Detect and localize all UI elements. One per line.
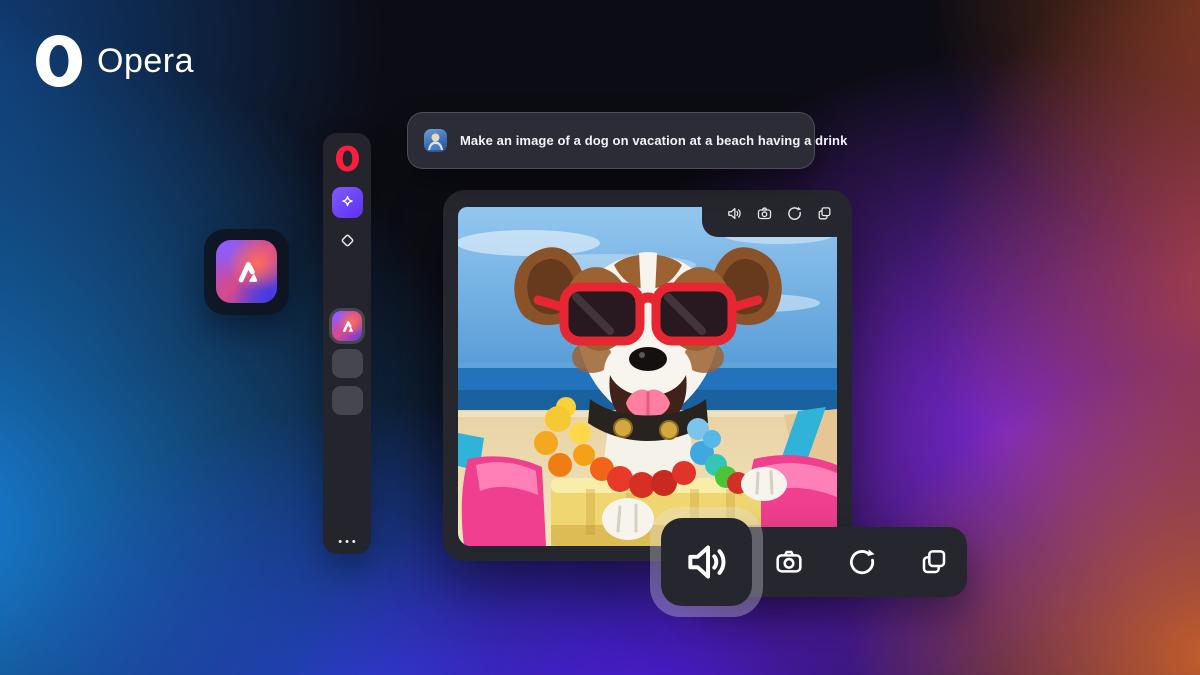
copy-button[interactable] — [918, 546, 950, 578]
regenerate-icon[interactable] — [786, 205, 803, 222]
opera-brand: Opera — [34, 34, 194, 88]
speaker-button-highlight — [650, 507, 763, 617]
speaker-icon[interactable] — [726, 205, 743, 222]
aria-app-icon[interactable] — [204, 229, 289, 315]
diamond-icon[interactable] — [340, 233, 355, 248]
sparkle-icon — [339, 194, 356, 211]
sidebar-tab-placeholder[interactable] — [332, 386, 363, 415]
prompt-message: Make an image of a dog on vacation at a … — [407, 112, 815, 169]
sidebar-tab-placeholder[interactable] — [332, 349, 363, 378]
speaker-button[interactable] — [661, 518, 752, 606]
aria-logo-icon — [339, 318, 356, 335]
image-toolbar — [702, 190, 852, 237]
aria-logo — [216, 240, 277, 303]
aria-sparkle-button[interactable] — [332, 187, 363, 218]
opera-wordmark: Opera — [97, 42, 194, 81]
camera-button[interactable] — [773, 546, 805, 578]
opera-menu-icon[interactable] — [335, 145, 360, 172]
opera-logo-icon — [34, 34, 84, 88]
sidebar-overflow-button[interactable]: ••• — [323, 536, 371, 548]
generated-image-card — [443, 190, 852, 561]
prompt-text: Make an image of a dog on vacation at a … — [460, 133, 847, 148]
copy-icon[interactable] — [816, 205, 833, 222]
generated-image — [458, 207, 837, 546]
sidebar-tab-aria[interactable] — [332, 311, 362, 341]
browser-sidebar: ••• — [323, 133, 371, 554]
camera-icon[interactable] — [756, 205, 773, 222]
user-avatar — [424, 129, 447, 152]
regenerate-button[interactable] — [846, 546, 878, 578]
